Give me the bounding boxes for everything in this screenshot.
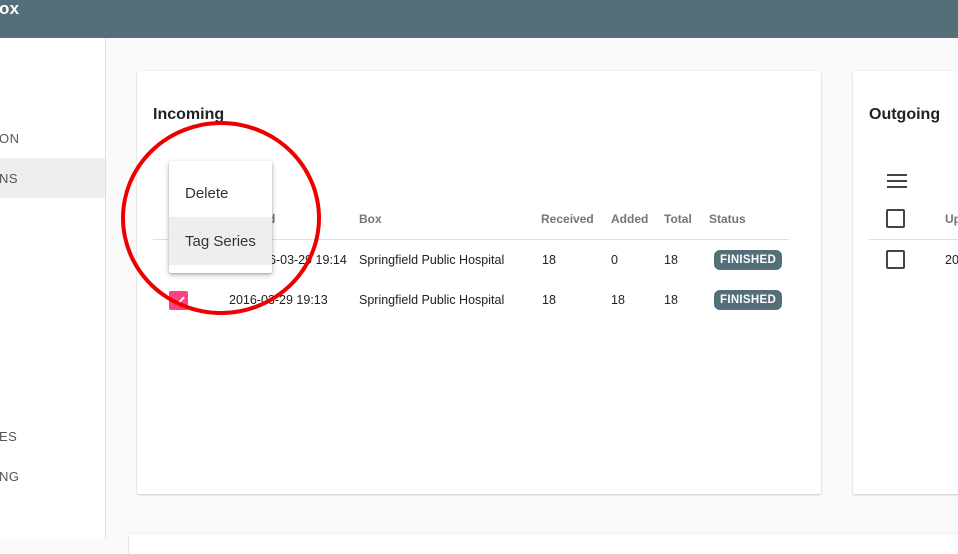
menu-icon[interactable] — [887, 174, 907, 188]
row2-box: Springfield Public Hospital — [359, 293, 505, 307]
sidebar-item-label: ON — [0, 130, 20, 146]
sidebar-item-3[interactable]: ES — [0, 416, 105, 456]
app-bar: ox — [0, 0, 958, 38]
status-badge: FINISHED — [714, 250, 783, 270]
select-all-checkbox[interactable] — [886, 209, 905, 228]
row1-created-text: 6-03-29 19:14 — [269, 253, 347, 267]
column-header-box[interactable]: Box — [359, 212, 382, 226]
row1-total: 18 — [664, 253, 678, 267]
status-badge: FINISHED — [714, 290, 783, 310]
sidebar-item-label: NS — [0, 170, 19, 186]
menu-item-delete[interactable]: Delete — [169, 169, 272, 217]
incoming-title: Incoming — [153, 106, 225, 123]
sidebar-item-1[interactable]: ON — [0, 118, 105, 158]
lower-card — [129, 534, 958, 554]
app-title: ox — [0, 0, 20, 18]
outgoing-title: Outgoing — [869, 106, 941, 123]
row1-added: 0 — [611, 253, 618, 267]
menu-item-tag-series[interactable]: Tag Series — [169, 217, 272, 265]
sidebar-item-2-active[interactable]: NS — [0, 158, 105, 198]
sidebar-item-label: NG — [0, 468, 20, 484]
incoming-card — [137, 71, 821, 494]
column-header-received[interactable]: Received — [541, 212, 594, 226]
column-header-updated[interactable]: Up — [945, 212, 958, 226]
row2-received: 18 — [542, 293, 556, 307]
context-menu: Delete Tag Series — [169, 161, 272, 273]
sidebar-nav: ON NS ES NG — [0, 38, 106, 539]
row1-received: 18 — [542, 253, 556, 267]
row2-total: 18 — [664, 293, 678, 307]
column-header-total[interactable]: Total — [664, 212, 692, 226]
header-divider — [869, 239, 958, 240]
column-header-added[interactable]: Added — [611, 212, 648, 226]
outgoing-card — [853, 71, 958, 494]
sidebar-item-4[interactable]: NG — [0, 456, 105, 496]
row1-box: Springfield Public Hospital — [359, 253, 505, 267]
row2-created: 2016-03-29 19:13 — [229, 293, 328, 307]
row-checkbox[interactable] — [886, 250, 905, 269]
row2-added: 18 — [611, 293, 625, 307]
sidebar-item-label: ES — [0, 428, 18, 444]
row2-checkbox[interactable] — [169, 291, 188, 310]
column-header-status[interactable]: Status — [709, 212, 746, 226]
row1-updated: 20 — [945, 253, 958, 267]
